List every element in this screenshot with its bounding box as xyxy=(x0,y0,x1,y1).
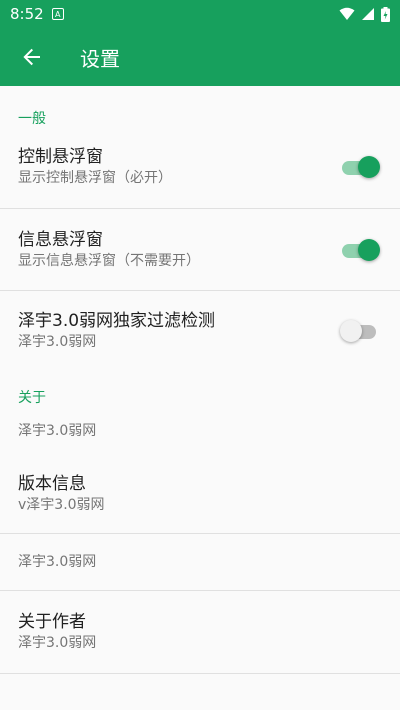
setting-filter-detect[interactable]: 泽宇3.0弱网独家过滤检测 泽宇3.0弱网 xyxy=(0,291,400,371)
about-item-plain[interactable]: 泽宇3.0弱网 xyxy=(0,407,400,455)
cell-signal-icon xyxy=(362,8,374,20)
filter-detect-toggle[interactable] xyxy=(340,320,378,342)
settings-list: 一般 控制悬浮窗 显示控制悬浮窗（必开） 信息悬浮窗 显示信息悬浮窗（不需要开）… xyxy=(0,86,400,674)
floating-info-toggle[interactable] xyxy=(340,238,380,261)
switch-thumb xyxy=(358,238,380,261)
status-icons xyxy=(339,6,390,22)
switch-thumb xyxy=(340,320,362,342)
section-header-general: 一般 xyxy=(18,111,46,127)
setting-summary: 显示信息悬浮窗（不需要开） xyxy=(18,252,200,269)
setting-title: 版本信息 xyxy=(18,474,86,494)
switch-thumb xyxy=(358,156,380,178)
setting-title: 信息悬浮窗 xyxy=(18,229,103,250)
divider xyxy=(0,673,400,674)
setting-about-author[interactable]: 关于作者 泽宇3.0弱网 xyxy=(0,591,400,673)
setting-summary: 显示控制悬浮窗（必开） xyxy=(18,170,172,186)
setting-floating-control[interactable]: 控制悬浮窗 显示控制悬浮窗（必开） xyxy=(0,126,400,208)
setting-version-info[interactable]: 版本信息 v泽宇3.0弱网 xyxy=(0,455,400,533)
setting-summary: 泽宇3.0弱网 xyxy=(18,635,97,651)
floating-control-toggle[interactable] xyxy=(340,156,380,178)
setting-floating-info[interactable]: 信息悬浮窗 显示信息悬浮窗（不需要开） xyxy=(0,209,400,290)
setting-summary: 泽宇3.0弱网 xyxy=(18,423,97,439)
toolbar: 设置 xyxy=(0,28,400,86)
setting-title: 泽宇3.0弱网独家过滤检测 xyxy=(18,311,216,331)
setting-summary: 泽宇3.0弱网 xyxy=(18,554,97,570)
wifi-icon xyxy=(339,7,355,20)
page-title: 设置 xyxy=(80,46,120,71)
status-time: 8:52 xyxy=(10,5,44,23)
about-item-plain[interactable]: 泽宇3.0弱网 xyxy=(0,534,400,590)
status-bar: 8:52 A xyxy=(0,0,400,28)
setting-title: 控制悬浮窗 xyxy=(18,147,103,167)
setting-title: 关于作者 xyxy=(18,612,86,632)
arrow-left-icon xyxy=(23,48,40,66)
setting-summary: 泽宇3.0弱网 xyxy=(18,334,97,350)
battery-icon xyxy=(381,6,390,22)
back-button[interactable] xyxy=(0,28,64,86)
setting-summary: v泽宇3.0弱网 xyxy=(18,497,105,513)
notification-icon: A xyxy=(51,8,64,20)
section-header-about: 关于 xyxy=(18,390,46,406)
